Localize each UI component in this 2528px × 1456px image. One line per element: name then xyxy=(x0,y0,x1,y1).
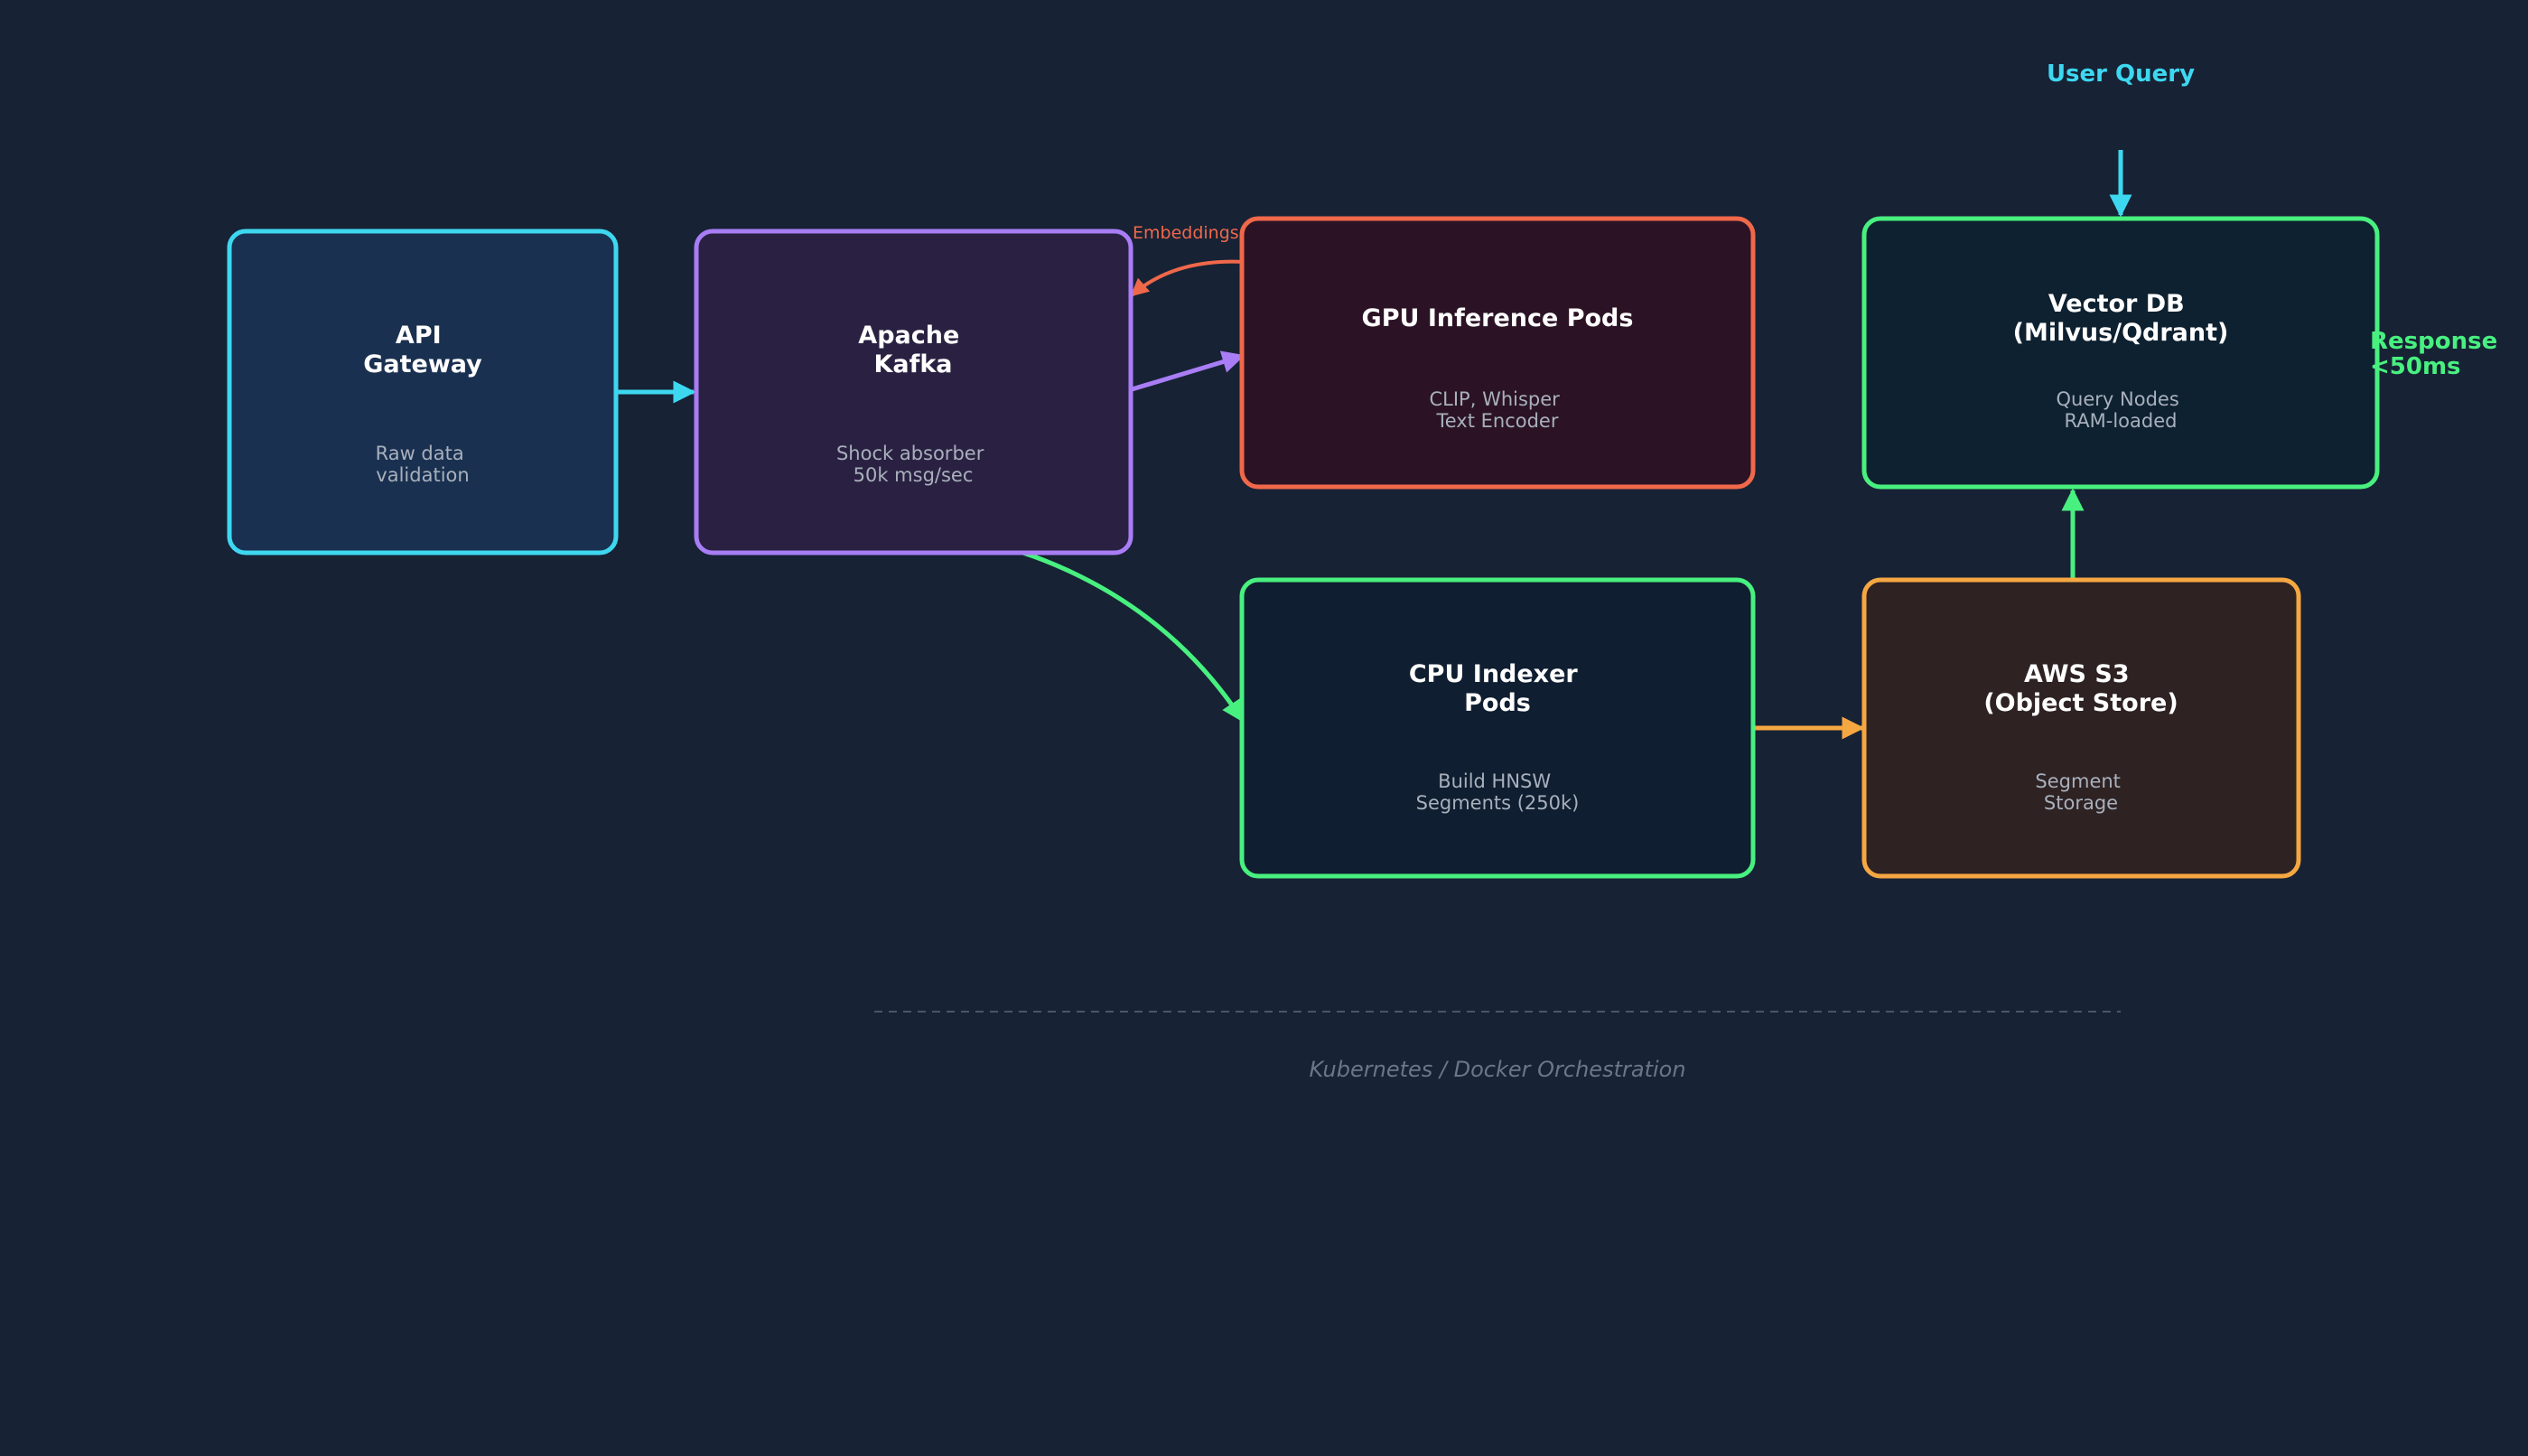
node-api-gateway: API Gateway Raw data validation xyxy=(227,229,619,555)
edge-gpu-to-kafka-embeddings xyxy=(1130,259,1245,297)
node-subtitle-line: validation xyxy=(376,464,469,486)
response-label-line: <50ms xyxy=(2370,353,2461,380)
node-subtitle-line: Query Nodes xyxy=(2057,388,2179,410)
node-subtitle-line: Storage xyxy=(2044,792,2118,814)
node-subtitle-line: Shock absorber xyxy=(836,443,984,464)
response-label: Response <50ms xyxy=(2370,328,2505,380)
edge-kafka-to-gpu xyxy=(1128,350,1245,393)
user-query-label: User Query xyxy=(2047,61,2195,88)
node-title-line: (Milvus/Qdrant) xyxy=(2013,319,2229,347)
embeddings-label: Embeddings xyxy=(1133,223,1239,243)
node-title-line: AWS S3 xyxy=(2024,660,2130,688)
svg-text:Raw data validation: Raw data validation xyxy=(376,443,471,486)
node-cpu-indexer-pods: CPU Indexer Pods Build HNSW Segments (25… xyxy=(1239,577,1756,879)
edge-kafka-to-cpu xyxy=(956,532,1245,723)
response-label-line: Response xyxy=(2370,328,2497,355)
orchestration-label: Kubernetes / Docker Orchestration xyxy=(1309,1057,1685,1082)
svg-text:Build HNSW Segments (250: Build HNSW Segments (250k) xyxy=(1416,770,1580,814)
node-subtitle-line: 50k msg/sec xyxy=(854,464,974,486)
node-subtitle-line: Raw data xyxy=(376,443,464,464)
node-title-line: Vector DB xyxy=(2048,290,2185,318)
node-title-line: Gateway xyxy=(363,350,482,378)
node-title-line: Pods xyxy=(1464,689,1531,717)
node-subtitle-line: Segment xyxy=(2035,770,2121,792)
node-gpu-inference-pods: GPU Inference Pods CLIP, Whisper Text En… xyxy=(1239,216,1756,490)
node-subtitle-line: Segments (250k) xyxy=(1416,792,1580,814)
node-title-line: CPU Indexer xyxy=(1409,660,1579,688)
node-subtitle-line: Text Encoder xyxy=(1435,410,1558,432)
node-title-line: GPU Inference Pods xyxy=(1362,304,1634,332)
architecture-diagram: API Gateway Raw data validation Apache K… xyxy=(227,61,2505,1082)
node-title-line: Apache xyxy=(858,322,959,350)
node-subtitle-line: CLIP, Whisper xyxy=(1430,388,1561,410)
svg-text:Query Nodes RAM-loaded: Query Nodes RAM-loaded xyxy=(2057,388,2186,432)
node-title-line: Kafka xyxy=(873,350,952,378)
node-title-line: (Object Store) xyxy=(1983,689,2178,717)
node-subtitle-line: Build HNSW xyxy=(1438,770,1551,792)
svg-text:Apache Kafka: Apache Kafka xyxy=(858,322,967,378)
node-aws-s3: AWS S3 (Object Store) Segment Storage xyxy=(1861,577,2301,879)
svg-text:CLIP, Whisper Text Encod: CLIP, Whisper Text Encoder xyxy=(1430,388,1566,432)
svg-text:GPU Inference Pods: GPU Inference Pods xyxy=(1362,304,1634,332)
svg-text:Segment Storage: Segment Storage xyxy=(2035,770,2126,814)
node-vector-db: Vector DB (Milvus/Qdrant) Query Nodes RA… xyxy=(1861,216,2380,490)
node-subtitle-line: RAM-loaded xyxy=(2065,410,2178,432)
node-apache-kafka: Apache Kafka Shock absorber 50k msg/sec xyxy=(694,229,1133,555)
svg-text:Shock absorber 50k msg/s: Shock absorber 50k msg/sec xyxy=(836,443,990,486)
node-title-line: API xyxy=(396,322,442,350)
